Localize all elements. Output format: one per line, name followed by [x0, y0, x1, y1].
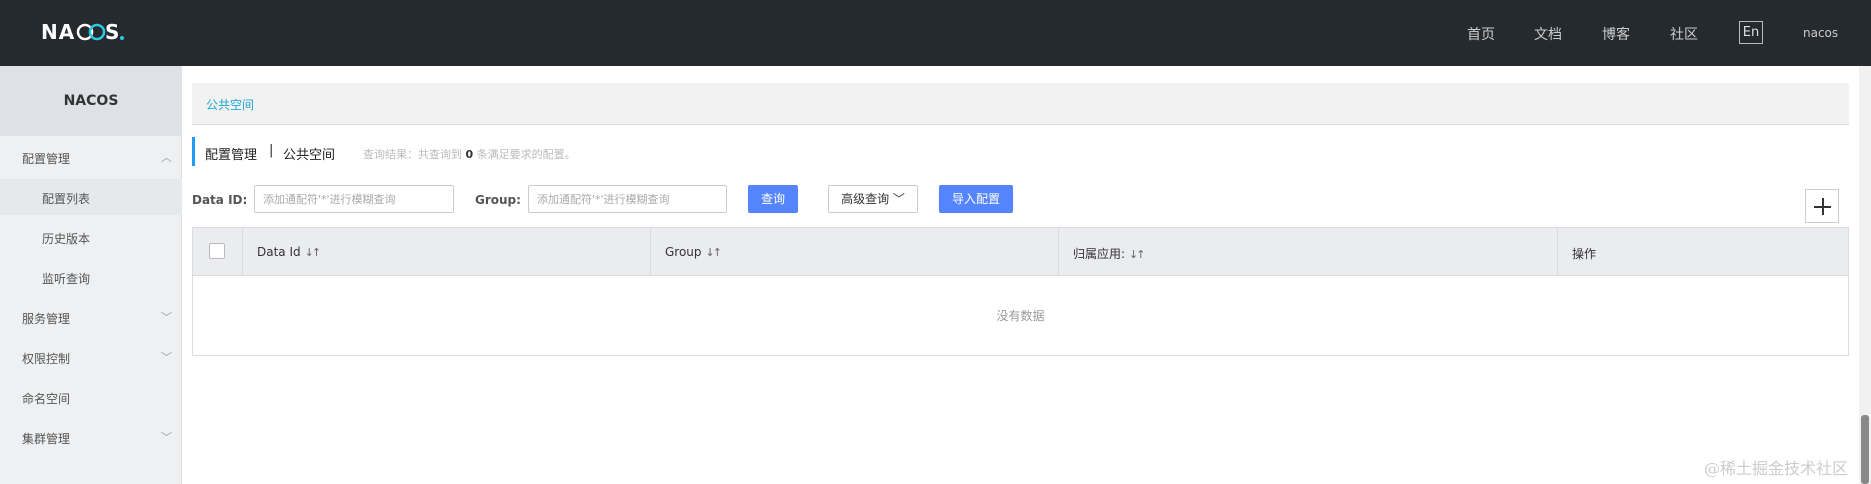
title-namespace: 公共空间 — [283, 148, 336, 163]
table-header: Data Id ↓↑ Group ↓↑ 归属应用: ↓↑ 操作 — [193, 228, 1848, 276]
column-header-label: 归属应用: ↓↑ — [1073, 245, 1146, 262]
column-header-label: Data Id ↓↑ — [257, 245, 322, 259]
sidebar-item-config-management[interactable]: 配置管理 ︿ — [0, 139, 182, 175]
column-header-label: Group ↓↑ — [665, 245, 723, 259]
result-count: 0 — [465, 148, 474, 161]
nav-docs[interactable]: 文档 — [1534, 24, 1562, 44]
chevron-down-icon: ﹀ — [161, 351, 172, 364]
sidebar-item-label: 集群管理 — [22, 432, 71, 446]
column-header-actions: 操作 — [1558, 228, 1848, 276]
config-table: Data Id ↓↑ Group ↓↑ 归属应用: ↓↑ 操作 没有数据 — [192, 227, 1849, 356]
column-header-data-id[interactable]: Data Id ↓↑ — [243, 228, 651, 276]
column-header-group[interactable]: Group ↓↑ — [651, 228, 1059, 276]
sort-icon[interactable]: ↓↑ — [706, 246, 723, 259]
column-title: Group — [665, 245, 702, 259]
nav-community[interactable]: 社区 — [1670, 24, 1698, 44]
sidebar-item-label: 历史版本 — [42, 232, 91, 246]
data-id-input[interactable] — [254, 185, 454, 213]
main-content: 公共空间 配置管理 | 公共空间 查询结果：共查询到 0 条满足要求的配置。 D… — [192, 66, 1850, 484]
sidebar-item-config-list[interactable]: 配置列表 — [0, 179, 182, 215]
sidebar-item-label: 配置管理 — [22, 152, 71, 166]
nav-blog[interactable]: 博客 — [1602, 24, 1630, 44]
sidebar-item-label: 权限控制 — [22, 352, 71, 366]
import-config-button[interactable]: 导入配置 — [939, 185, 1013, 213]
sort-icon[interactable]: ↓↑ — [1129, 248, 1146, 261]
sidebar-item-cluster-management[interactable]: 集群管理 ﹀ — [0, 419, 182, 455]
scrollbar-thumb[interactable] — [1861, 415, 1869, 484]
chevron-down-icon: ﹀ — [161, 311, 172, 324]
data-id-label: Data ID: — [192, 193, 248, 207]
select-all-checkbox[interactable] — [209, 243, 225, 259]
breadcrumb: 公共空间 — [192, 83, 1849, 125]
column-title: 操作 — [1572, 247, 1597, 261]
column-header-app[interactable]: 归属应用: ↓↑ — [1059, 228, 1558, 276]
result-suffix: 条满足要求的配置。 — [476, 148, 576, 161]
select-all-cell — [193, 228, 243, 276]
svg-text:S: S — [105, 22, 120, 42]
search-button[interactable]: 查询 — [748, 185, 798, 213]
result-prefix: 查询结果：共查询到 — [363, 148, 462, 161]
column-title: Data Id — [257, 245, 301, 259]
sidebar-item-namespace[interactable]: 命名空间 — [0, 379, 182, 415]
sidebar: NACOS 配置管理 ︿ 配置列表 历史版本 监听查询 服务管理 ﹀ 权限控制 … — [0, 66, 182, 484]
sort-icon[interactable]: ↓↑ — [305, 246, 322, 259]
sidebar-title: NACOS — [0, 66, 182, 136]
sidebar-item-service-management[interactable]: 服务管理 ﹀ — [0, 299, 182, 335]
column-title: 归属应用: — [1073, 247, 1126, 261]
nacos-logo-icon: NA S — [41, 22, 124, 42]
breadcrumb-link-public-namespace[interactable]: 公共空间 — [206, 96, 254, 113]
add-config-button[interactable] — [1805, 189, 1839, 223]
sidebar-item-access-control[interactable]: 权限控制 ﹀ — [0, 339, 182, 375]
chevron-down-icon: ﹀ — [892, 192, 905, 206]
chevron-down-icon: ﹀ — [161, 431, 172, 444]
advanced-search-button[interactable]: 高级查询 ﹀ — [828, 185, 918, 213]
top-navbar: NA S 首页 文档 博客 社区 En nacos — [0, 0, 1871, 66]
sidebar-item-label: 命名空间 — [22, 392, 71, 406]
advanced-search-label: 高级查询 — [841, 192, 890, 206]
query-result-summary: 查询结果：共查询到 0 条满足要求的配置。 — [363, 146, 576, 162]
chevron-up-icon: ︿ — [161, 151, 172, 164]
nav-home[interactable]: 首页 — [1467, 24, 1495, 44]
page-title-text: 配置管理 — [205, 148, 258, 163]
empty-table-message: 没有数据 — [996, 309, 1045, 323]
sidebar-item-history[interactable]: 历史版本 — [0, 219, 182, 255]
watermark-text: @稀土掘金技术社区 — [1704, 459, 1849, 478]
sidebar-item-label: 配置列表 — [42, 192, 91, 206]
sidebar-item-label: 监听查询 — [42, 272, 91, 286]
svg-text:NA: NA — [41, 22, 75, 42]
language-switch-button[interactable]: En — [1739, 21, 1763, 44]
sidebar-item-label: 服务管理 — [22, 312, 71, 326]
user-menu[interactable]: nacos — [1803, 26, 1838, 40]
group-input[interactable] — [528, 185, 727, 213]
group-label: Group: — [475, 193, 521, 207]
title-separator: | — [269, 143, 274, 158]
title-accent-bar — [192, 137, 195, 166]
sidebar-item-listener-query[interactable]: 监听查询 — [0, 259, 182, 295]
nacos-logo[interactable]: NA S — [41, 18, 125, 46]
